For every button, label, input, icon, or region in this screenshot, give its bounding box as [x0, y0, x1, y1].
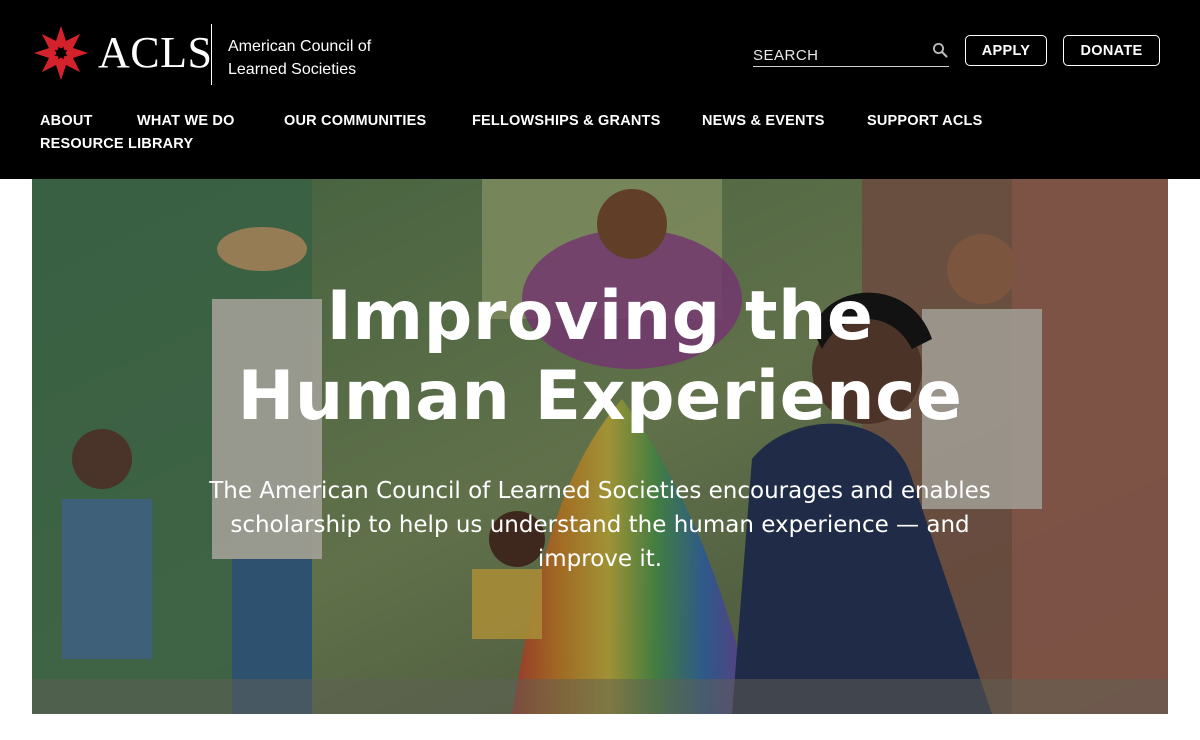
nav-item-our-communities[interactable]: OUR COMMUNITIES: [284, 111, 426, 131]
site-header: ACLS American Council of Learned Societi…: [0, 0, 1200, 179]
nav-item-fellowships-grants[interactable]: FELLOWSHIPS & GRANTS: [472, 111, 660, 131]
hero-subtitle: The American Council of Learned Societie…: [209, 478, 991, 572]
logo-wordmark: ACLS: [98, 28, 213, 77]
logo-divider: [211, 24, 212, 85]
hero-title-line-2: Human Experience: [237, 357, 963, 436]
nav-item-news-events[interactable]: NEWS & EVENTS: [702, 111, 825, 131]
nav-item-support-acls[interactable]: SUPPORT ACLS: [867, 111, 982, 131]
acls-logo[interactable]: ACLS: [32, 22, 212, 84]
logo-star-icon: [33, 25, 89, 81]
search-box[interactable]: [753, 42, 949, 67]
apply-button[interactable]: APPLY: [965, 35, 1047, 66]
nav-item-about[interactable]: ABOUT: [40, 111, 93, 131]
donate-button[interactable]: DONATE: [1063, 35, 1160, 66]
search-icon[interactable]: [932, 42, 948, 58]
hero-banner: Improving the Human Experience The Ameri…: [32, 179, 1168, 714]
organization-name: American Council of Learned Societies: [228, 38, 372, 78]
nav-item-what-we-do[interactable]: WHAT WE DO: [137, 111, 235, 131]
hero-title-line-1: Improving the: [326, 277, 874, 356]
hero-overlay: [32, 179, 1168, 714]
search-input[interactable]: [753, 44, 923, 66]
hero-title: Improving the Human Experience: [32, 277, 1168, 437]
nav-item-resource-library[interactable]: RESOURCE LIBRARY: [40, 134, 193, 154]
